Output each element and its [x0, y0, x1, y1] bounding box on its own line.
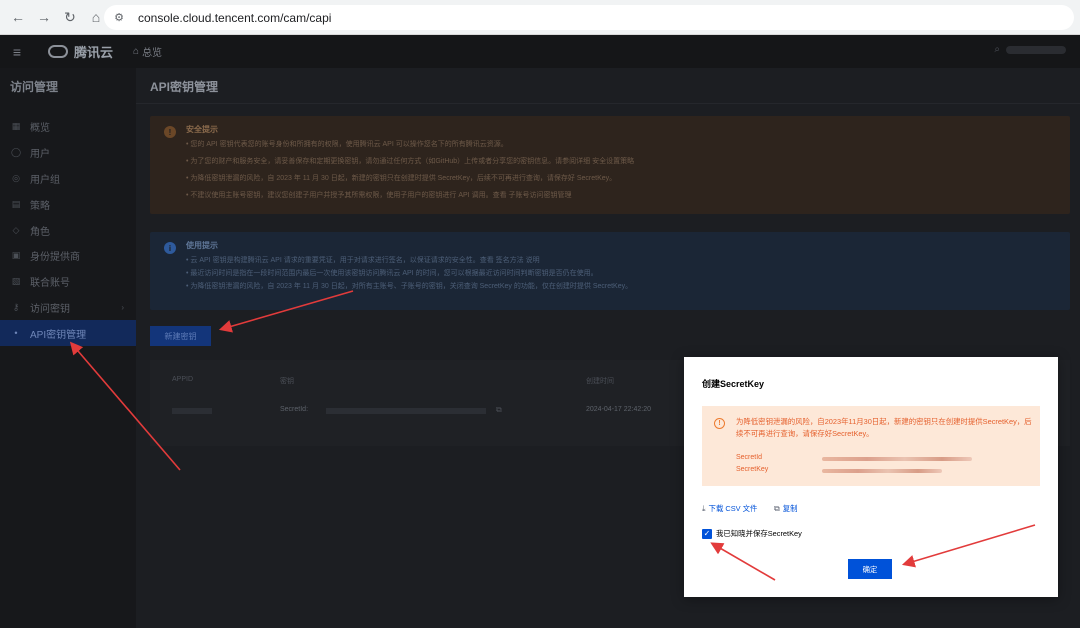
ack-checkbox-row[interactable]: ✓ 我已知晓并保存SecretKey	[702, 528, 802, 539]
brand-name: 腾讯云	[74, 45, 114, 60]
identity-provider-icon: ▣	[11, 250, 21, 261]
sidebar-item[interactable]: ▣ 身份提供商	[0, 243, 136, 269]
usage-notice: i 使用提示 • 云 API 密钥是构建腾讯云 API 请求的重要凭证，用于对请…	[150, 232, 1070, 310]
sidebar-item[interactable]: ⚷ 访问密钥 ›	[0, 295, 136, 321]
sidebar-item-label: 访问密钥	[30, 303, 70, 315]
sidebar-item[interactable]: ▧ 联合账号	[0, 269, 136, 295]
secret-id-label: SecretId	[736, 454, 763, 461]
access-key-icon: ⚷	[12, 301, 20, 312]
column-header-appid: APPID	[172, 376, 194, 383]
created-time: 2024-04-17 22:42:20	[586, 406, 651, 413]
sidebar-item-label: 用户	[30, 149, 50, 161]
warning-icon: !	[164, 126, 176, 138]
federated-account-icon: ▧	[11, 276, 21, 287]
sidebar-item-label: 策略	[30, 200, 50, 212]
sidebar-item-label: API密钥管理	[30, 329, 87, 341]
page-title: API密钥管理	[150, 80, 219, 94]
usage-notice-title: 使用提示	[186, 241, 218, 250]
chevron-icon: ›	[121, 302, 124, 312]
browser-toolbar: ← → ↻ ⌂ ⚙ console.cloud.tencent.com/cam/…	[0, 0, 1080, 35]
download-icon: ⤓	[702, 503, 706, 513]
secret-id-label: SecretId:	[280, 406, 309, 413]
home-icon: ⌂	[133, 46, 140, 57]
secret-key-blurred	[822, 469, 942, 473]
sidebar-item-label: 身份提供商	[30, 252, 80, 264]
url-text[interactable]: console.cloud.tencent.com/cam/capi	[138, 11, 331, 25]
secret-id-blurred	[822, 457, 972, 461]
user-group-icon: ◎	[12, 172, 20, 183]
tencent-cloud-logo[interactable]: 腾讯云	[48, 42, 113, 61]
sidebar: 访问管理 ▦ 概览 ◯ 用户 ◎ 用户组 ▤ 策略 ◇ 角色 ▣ 身份提供商 ▧ 联合账号 ⚷ 访问密钥 › • A…	[0, 68, 136, 628]
sidebar-item[interactable]: • API密钥管理	[0, 320, 136, 347]
menu-icon[interactable]: ≡	[0, 44, 34, 60]
sidebar-item[interactable]: ◯ 用户	[0, 140, 136, 166]
download-csv-label: 下载 CSV 文件	[708, 504, 758, 513]
sidebar-item-label: 联合账号	[30, 278, 70, 290]
dialog-alert: ! 为降低密钥泄漏的风险，自2023年11月30日起，新建的密钥只在创建时提供S…	[702, 406, 1040, 486]
info-icon: i	[164, 242, 176, 254]
sidebar-item[interactable]: ◇ 角色	[0, 217, 136, 243]
copy-label: 复制	[782, 504, 798, 513]
sidebar-item[interactable]: ▤ 策略	[0, 191, 136, 217]
warning-icon: !	[714, 418, 725, 429]
sidebar-item[interactable]: ◎ 用户组	[0, 166, 136, 192]
sidebar-item-label: 概览	[30, 123, 50, 135]
security-notice-line: • 为了您的财产和服务安全，请妥善保存和定期更换密钥，请勿通过任何方式（如Git…	[186, 158, 635, 165]
role-icon: ◇	[12, 224, 20, 235]
sidebar-list: ▦ 概览 ◯ 用户 ◎ 用户组 ▤ 策略 ◇ 角色 ▣ 身份提供商 ▧ 联合账号 ⚷ 访问密钥 › • API密钥管…	[0, 114, 136, 347]
create-secretkey-dialog: 创建SecretKey ! 为降低密钥泄漏的风险，自2023年11月30日起，新…	[684, 357, 1058, 597]
usage-notice-line: • 云 API 密钥是构建腾讯云 API 请求的重要凭证，用于对请求进行签名，以…	[186, 257, 540, 264]
forward-icon[interactable]: →	[32, 5, 56, 29]
search-icon: ⌕	[994, 44, 1000, 55]
overview-icon: ▦	[11, 121, 21, 132]
usage-notice-line: • 最近访问时间是指在一段时间范围内最后一次使用该密钥访问腾讯云 API 的时间…	[186, 270, 598, 277]
cloud-logo-icon	[48, 45, 68, 58]
divider	[136, 103, 1080, 104]
copy-icon: ⧉	[774, 503, 780, 513]
sidebar-title: 访问管理	[10, 79, 59, 94]
back-icon[interactable]: ←	[6, 5, 30, 29]
security-notice-title: 安全提示	[186, 125, 218, 134]
api-key-icon: •	[14, 328, 18, 339]
copy-icon[interactable]: ⧉	[496, 405, 502, 415]
overview-link-label: 总览	[142, 48, 163, 59]
security-notice-line: • 为降低密钥泄漏的风险，自 2023 年 11 月 30 日起，新建的密钥只在…	[186, 175, 617, 182]
top-search[interactable]: ⌕	[994, 44, 1066, 55]
usage-notice-line: • 为降低密钥泄漏的风险，自 2023 年 11 月 30 日起，对所有主账号、…	[186, 283, 633, 290]
overview-link[interactable]: ⌂ 总览	[133, 44, 162, 59]
secret-id-blurred	[326, 408, 486, 414]
create-key-button[interactable]: 新建密钥	[150, 326, 211, 346]
address-bar[interactable]: ⚙ console.cloud.tencent.com/cam/capi	[104, 5, 1074, 30]
sidebar-item-label: 角色	[30, 226, 50, 238]
copy-link[interactable]: ⧉ 复制	[774, 503, 798, 514]
confirm-button[interactable]: 确定	[848, 559, 892, 579]
policy-icon: ▤	[11, 198, 21, 209]
search-placeholder-blur	[1006, 45, 1066, 54]
download-csv-link[interactable]: ⤓ 下载 CSV 文件	[702, 503, 757, 514]
site-settings-icon[interactable]: ⚙	[112, 11, 126, 25]
console-top-bar: ≡ 腾讯云 ⌂ 总览 ⌕	[0, 35, 1080, 68]
user-icon: ◯	[10, 147, 22, 158]
ack-label[interactable]: 我已知晓并保存SecretKey	[716, 528, 802, 539]
secret-key-label: SecretKey	[736, 466, 769, 473]
dialog-alert-text: 为降低密钥泄漏的风险，自2023年11月30日起，新建的密钥只在创建时提供Sec…	[736, 417, 1032, 438]
dialog-title: 创建SecretKey	[702, 379, 765, 389]
column-header-created: 创建时间	[586, 378, 614, 385]
ack-checkbox[interactable]: ✓	[702, 528, 712, 539]
sidebar-item[interactable]: ▦ 概览	[0, 114, 136, 140]
security-notice-line: • 您的 API 密钥代表您的账号身份和所拥有的权限，使用腾讯云 API 可以操…	[186, 141, 508, 148]
column-header-key: 密钥	[280, 378, 294, 385]
security-notice-line: • 不建议使用主账号密钥，建议您创建子用户并授予其所需权限，使用子用户的密钥进行…	[186, 192, 572, 199]
appid-blurred	[172, 408, 212, 414]
sidebar-item-label: 用户组	[30, 174, 60, 186]
reload-icon[interactable]: ↻	[58, 5, 82, 29]
security-notice: ! 安全提示 • 您的 API 密钥代表您的账号身份和所拥有的权限，使用腾讯云 …	[150, 116, 1070, 214]
